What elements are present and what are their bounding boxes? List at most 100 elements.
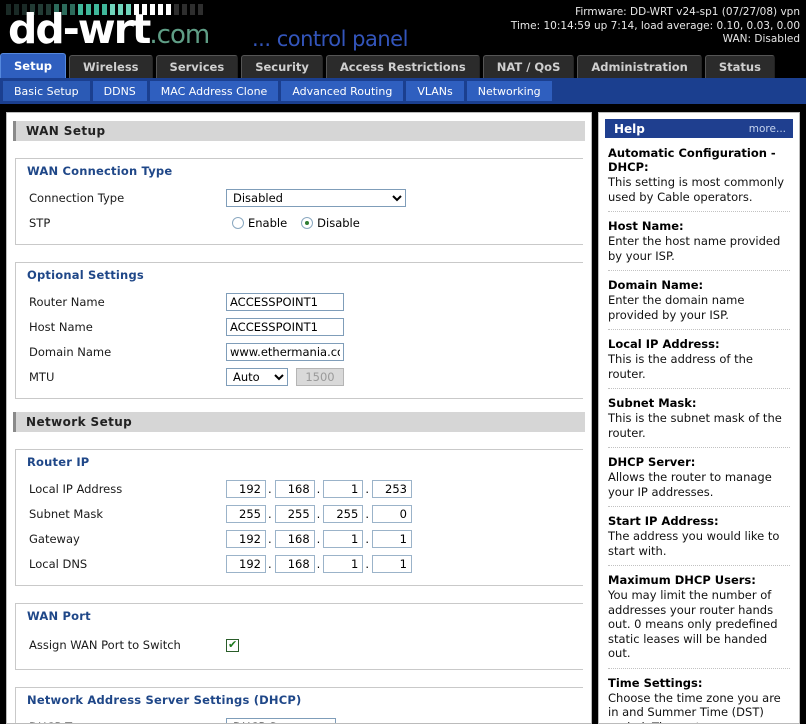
help-item-heading: Time Settings: — [608, 675, 703, 690]
label-stp: STP — [29, 215, 51, 230]
ip-octet-input[interactable] — [274, 479, 315, 498]
mtu-mode-select[interactable]: AutoManual — [226, 367, 288, 386]
page-header: dd-wrt .com ... control panel Firmware: … — [0, 0, 806, 53]
sub-tab-advanced-routing[interactable]: Advanced Routing — [281, 81, 404, 101]
group-router-ip: Router IP Local IP Address...Subnet Mask… — [15, 442, 583, 586]
help-item: Time Settings: Choose the time zone you a… — [608, 676, 790, 724]
group-wan-port: WAN Port Assign WAN Port to Switch — [15, 596, 583, 670]
help-item: Host Name: Enter the host name provided b… — [608, 219, 790, 271]
sub-tab-networking[interactable]: Networking — [466, 81, 552, 101]
help-item-heading: Subnet Mask: — [608, 396, 697, 410]
help-item: Subnet Mask: This is the subnet mask of t… — [608, 396, 790, 448]
help-item-text: This is the address of the router. — [608, 352, 753, 381]
logo-text-main: dd-wrt — [8, 5, 151, 53]
ip-separator-dot: . — [365, 531, 369, 546]
dhcp-type-select[interactable]: DHCP ServerDHCP Forwarder — [226, 717, 336, 723]
label-domain-name: Domain Name — [29, 344, 112, 359]
main-tab-label: Access Restrictions — [339, 60, 466, 74]
main-tab-status[interactable]: Status — [704, 55, 775, 78]
help-item: Start IP Address: The address you would l… — [608, 514, 790, 566]
ip-octet-input[interactable] — [226, 529, 266, 548]
ip-octet-input[interactable] — [371, 554, 412, 573]
ip-octet-input[interactable] — [323, 479, 364, 498]
help-panel-title: Help — [614, 121, 645, 136]
row-router-name: Router Name — [15, 289, 583, 314]
ip-octet-input[interactable] — [323, 504, 364, 523]
stp-enable-radio[interactable] — [232, 216, 244, 229]
domain-name-input[interactable] — [226, 342, 344, 361]
help-item-text: Allows the router to manage your IP addr… — [608, 470, 772, 499]
ip-octet-input[interactable] — [226, 554, 266, 573]
group-title-optional-settings: Optional Settings — [21, 268, 150, 282]
main-tab-label: Status — [718, 60, 761, 74]
main-tab-nat-qos[interactable]: NAT / QoS — [482, 55, 575, 78]
row-local-ip-address: Local IP Address... — [15, 476, 583, 501]
sub-tab-ddns[interactable]: DDNS — [92, 81, 147, 101]
label-assign-wan-port: Assign WAN Port to Switch — [29, 638, 181, 652]
stp-disable-radio[interactable] — [301, 216, 314, 229]
help-item: Local IP Address: This is the address of … — [608, 337, 790, 389]
main-tab-bar: Setup Wireless Services Security Access Rest… — [0, 53, 806, 78]
sub-tab-basic-setup[interactable]: Basic Setup — [3, 81, 90, 101]
assign-wan-port-checkbox[interactable] — [226, 638, 239, 652]
stp-enable-radio-item[interactable]: Enable — [232, 216, 287, 230]
label-connection-type: Connection Type — [29, 190, 125, 205]
help-more-link[interactable]: more... — [749, 123, 786, 135]
main-tab-wireless[interactable]: Wireless — [69, 55, 153, 78]
sub-tab-vlans[interactable]: VLANs — [406, 81, 464, 101]
help-item-heading: Local IP Address: — [608, 337, 720, 351]
ip-octet-input[interactable] — [226, 504, 266, 523]
main-tab-label: Services — [169, 60, 225, 74]
ip-octet-input[interactable] — [274, 504, 315, 523]
row-dhcp-type: DHCP Type DHCP ServerDHCP Forwarder — [15, 714, 583, 724]
uptime-load: Time: 10:14:59 up 7:14, load average: 0.… — [510, 19, 800, 32]
help-item-text: Enter the host name provided by your ISP… — [608, 234, 781, 263]
site-logo: dd-wrt .com — [8, 5, 210, 53]
stp-disable-radio-item[interactable]: Disable — [301, 216, 360, 230]
row-domain-name: Domain Name — [15, 339, 583, 364]
ip-separator-dot: . — [316, 481, 321, 496]
main-tab-access-restrictions[interactable]: Access Restrictions — [325, 55, 480, 78]
firmware-version: Firmware: DD-WRT v24-sp1 (07/27/08) vpn — [575, 6, 800, 18]
main-tab-services[interactable]: Services — [155, 55, 239, 78]
ip-separator-dot: . — [316, 506, 321, 521]
ip-octet-input[interactable] — [274, 554, 315, 573]
main-tab-security[interactable]: Security — [241, 55, 323, 78]
help-item-heading: Domain Name: — [608, 278, 704, 292]
ip-octet-input[interactable] — [371, 504, 412, 523]
label-local-dns: Local DNS — [29, 556, 88, 571]
label-dhcp-type: DHCP Type — [29, 720, 226, 724]
logo-tagline: ... control panel — [252, 27, 408, 51]
help-item: Domain Name: Enter the domain name provid… — [608, 278, 790, 330]
main-tab-administration[interactable]: Administration — [577, 55, 702, 78]
group-title-router-ip: Router IP — [21, 455, 96, 469]
group-optional-settings: Optional Settings Router Name Host Name … — [15, 255, 583, 399]
connection-type-select[interactable]: DisabledAutomatic Configuration - DHCPSt… — [226, 188, 406, 207]
help-item-heading: Automatic Configuration - DHCP: — [608, 146, 776, 174]
ip-octet-input[interactable] — [323, 554, 364, 573]
group-wan-connection-type: WAN Connection Type Connection Type Disa… — [15, 151, 583, 245]
help-item-heading: Host Name: — [608, 219, 684, 233]
ip-octet-input[interactable] — [371, 479, 412, 498]
ip-octet-input[interactable] — [226, 479, 266, 498]
ip-separator-dot: . — [268, 481, 272, 496]
help-item-text: This setting is most commonly used by Ca… — [608, 175, 785, 204]
sub-tab-mac-address-clone[interactable]: MAC Address Clone — [149, 81, 279, 101]
main-tab-label: Wireless — [83, 60, 139, 74]
section-header-network-setup: Network Setup — [13, 412, 585, 432]
row-host-name: Host Name — [15, 314, 583, 339]
label-local-ip-address: Local IP Address — [29, 481, 123, 496]
host-name-input[interactable] — [226, 317, 344, 336]
main-tab-setup[interactable]: Setup — [0, 53, 66, 78]
ip-separator-dot: . — [316, 531, 321, 546]
ip-octet-input[interactable] — [274, 529, 315, 548]
ip-octet-input[interactable] — [323, 529, 364, 548]
router-name-input[interactable] — [226, 292, 344, 311]
main-tab-label: Setup — [14, 59, 52, 73]
stp-disable-label: Disable — [317, 215, 360, 230]
help-panel: Help more... Automatic Configuration - D… — [598, 112, 800, 724]
help-item-text: Enter the domain name provided by your I… — [608, 293, 745, 322]
row-stp: STP Enable Disable — [15, 210, 583, 235]
help-item-text: You may limit the number of addresses yo… — [608, 588, 778, 660]
ip-octet-input[interactable] — [371, 529, 412, 548]
